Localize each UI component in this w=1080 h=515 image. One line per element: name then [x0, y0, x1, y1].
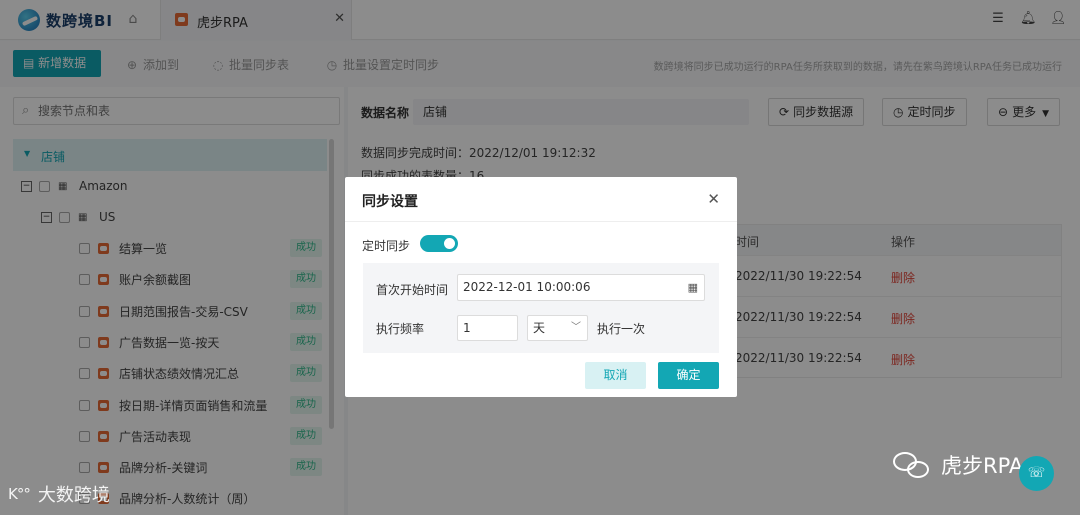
first-start-label: 首次开始时间 — [376, 283, 449, 297]
help-chat-icon[interactable]: ☏ — [1019, 456, 1054, 491]
watermark-right-text: 虎步RPA — [941, 454, 1024, 478]
confirm-button[interactable]: 确定 — [658, 362, 719, 389]
wechat-icon — [893, 450, 931, 480]
sync-settings-dialog: 同步设置 ✕ 定时同步 首次开始时间 2022-12-01 10:00:06 ▦… — [345, 177, 737, 397]
frequency-label: 执行频率 — [376, 322, 425, 336]
frequency-number-input[interactable]: 1 — [457, 315, 518, 341]
watermark-logo-icon: K°° — [8, 485, 31, 503]
chevron-down-icon: ﹀ — [571, 322, 581, 333]
frequency-unit-select[interactable]: 天 ﹀ — [527, 315, 588, 341]
frequency-suffix: 执行一次 — [597, 322, 646, 336]
scheduled-sync-toggle[interactable] — [420, 235, 458, 252]
toggle-label: 定时同步 — [362, 239, 411, 253]
datetime-value: 2022-12-01 10:00:06 — [463, 280, 591, 294]
settings-panel: 首次开始时间 2022-12-01 10:00:06 ▦ 执行频率 1 天 ﹀ … — [363, 263, 719, 353]
calendar-icon[interactable]: ▦ — [688, 275, 698, 300]
watermark-left-text: 大数跨境 — [37, 485, 110, 506]
divider — [345, 221, 737, 222]
watermark-right: 虎步RPA — [893, 450, 1023, 480]
first-start-datetime-input[interactable]: 2022-12-01 10:00:06 ▦ — [457, 274, 705, 301]
frequency-unit-value: 天 — [533, 321, 546, 335]
close-icon[interactable]: ✕ — [707, 190, 720, 208]
dialog-title: 同步设置 — [362, 194, 418, 210]
cancel-button[interactable]: 取消 — [585, 362, 646, 389]
watermark-left: K°° 大数跨境 — [8, 481, 110, 507]
